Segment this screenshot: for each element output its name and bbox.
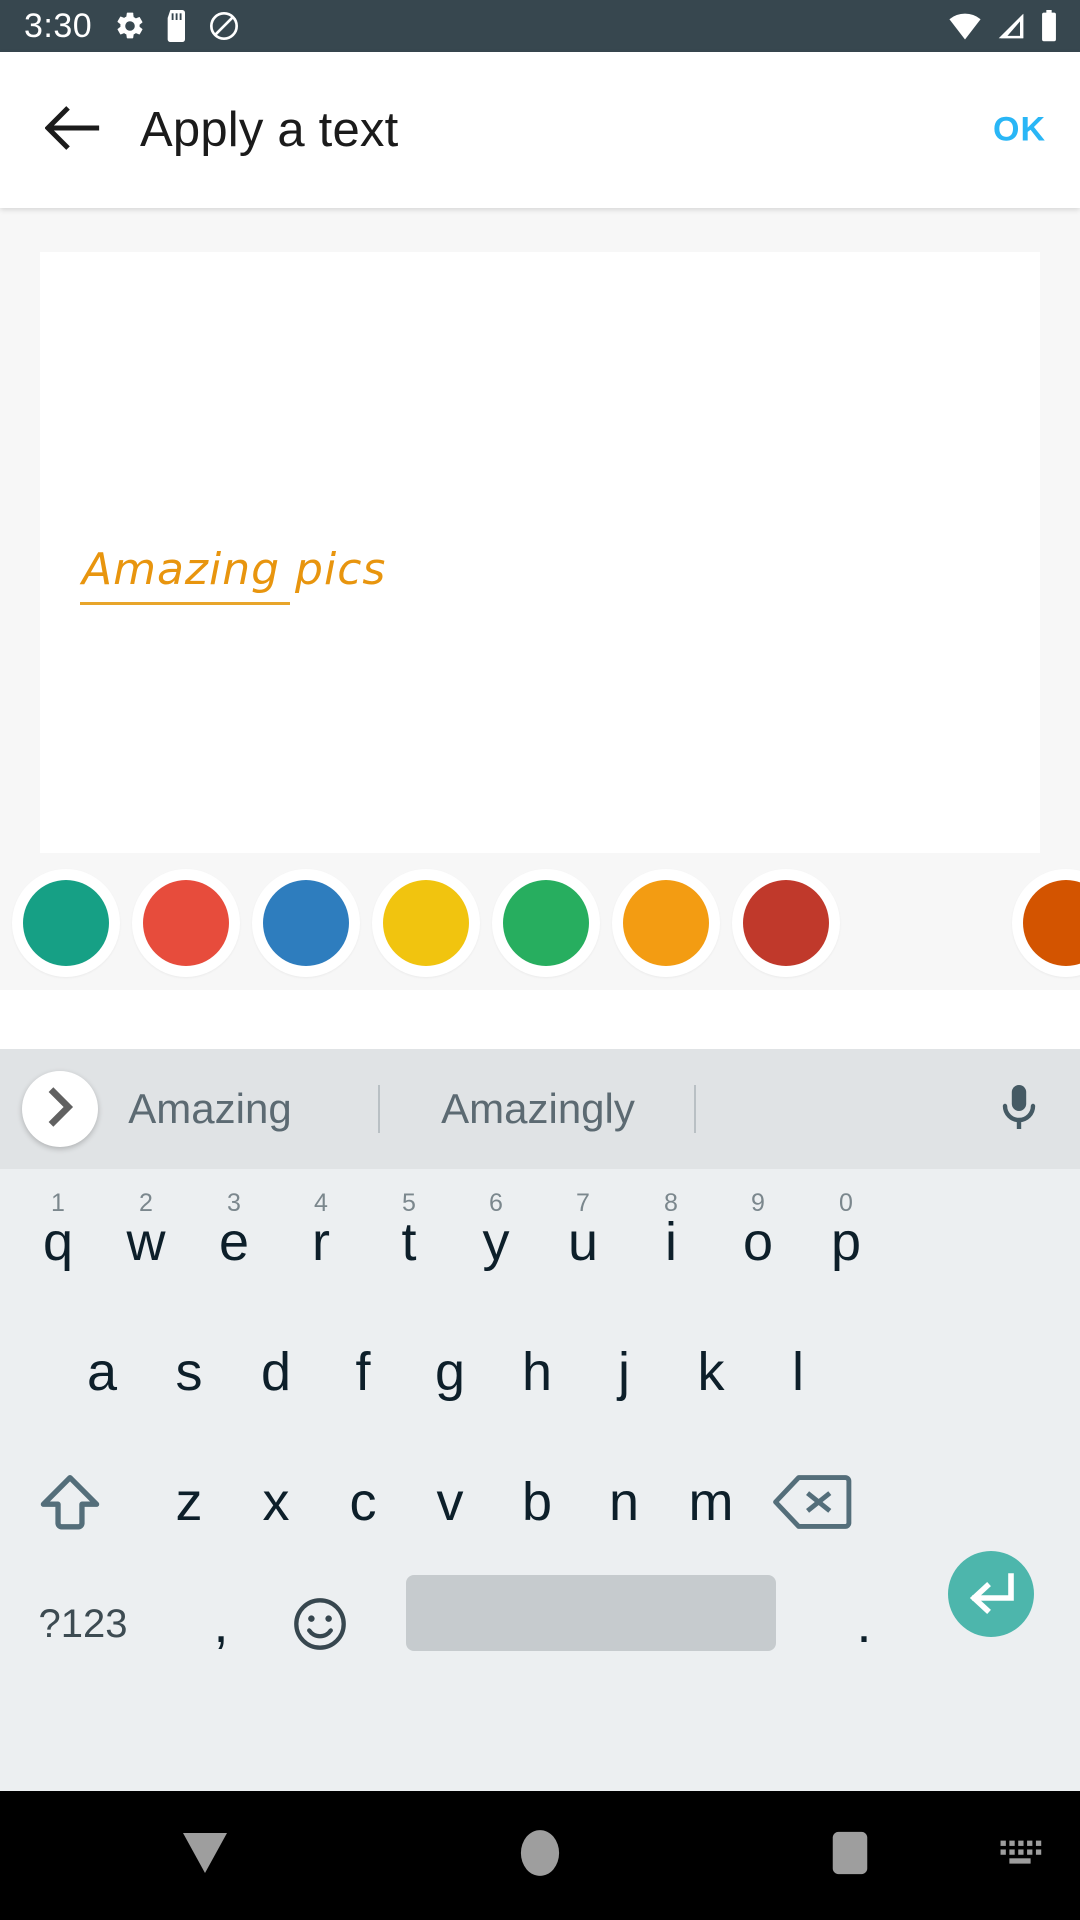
swatch-dot — [143, 880, 229, 966]
key-comma[interactable]: , — [167, 1569, 275, 1679]
key-space[interactable] — [406, 1575, 776, 1651]
color-swatch-strip[interactable] — [0, 853, 1080, 990]
on-screen-keyboard[interactable]: 1q 2w 3e 4r 5t 6y 7u 8i 9o 0p a s d f g … — [0, 1169, 1080, 1791]
color-swatch-blue[interactable] — [252, 869, 360, 977]
canvas-text-underline — [80, 602, 290, 605]
key-p-right-pad — [920, 1187, 1028, 1297]
key-symbols[interactable]: ?123 — [18, 1569, 148, 1679]
key-period[interactable]: . — [810, 1569, 918, 1679]
status-bar-left-icons — [114, 10, 240, 42]
keyboard-switcher-icon — [997, 1836, 1043, 1875]
key-label: ?123 — [38, 1601, 128, 1646]
nav-recents-button[interactable] — [795, 1791, 905, 1920]
key-m[interactable]: m — [657, 1447, 765, 1557]
shift-icon — [16, 1447, 124, 1557]
color-swatch-yellow[interactable] — [372, 869, 480, 977]
canvas-text[interactable]: Amazing pics — [82, 544, 386, 595]
status-bar: 3:30 — [0, 0, 1080, 52]
home-circle-icon — [519, 1828, 561, 1883]
key-l[interactable]: l — [744, 1317, 852, 1427]
phone-screen: 3:30 Apply a text OK Amazing pics Amazin… — [0, 0, 1080, 1920]
hide-keyboard-down-icon — [179, 1830, 231, 1881]
navigation-bar — [0, 1791, 1080, 1920]
swatch-dot — [623, 880, 709, 966]
enter-return-icon — [965, 1568, 1017, 1621]
key-label: . — [856, 1594, 872, 1654]
microphone-icon — [995, 1081, 1043, 1138]
chevron-right-icon — [43, 1086, 77, 1132]
recents-square-icon — [830, 1830, 870, 1881]
do-not-disturb-icon — [208, 10, 240, 42]
app-bar: Apply a text OK — [0, 52, 1080, 208]
emoji-smiley-icon — [266, 1569, 374, 1679]
swatch-dot — [383, 880, 469, 966]
color-swatch-teal-green[interactable] — [12, 869, 120, 977]
key-emoji[interactable] — [266, 1569, 374, 1679]
color-swatch-brick-red[interactable] — [732, 869, 840, 977]
suggestion-divider — [694, 1085, 696, 1133]
status-bar-right-icons — [948, 0, 1058, 52]
battery-icon — [1040, 10, 1058, 42]
ok-button[interactable]: OK — [993, 111, 1046, 150]
key-enter[interactable] — [948, 1551, 1034, 1637]
key-shift[interactable] — [16, 1447, 124, 1557]
status-bar-clock: 3:30 — [24, 6, 93, 45]
swatch-dot — [263, 880, 349, 966]
color-swatch-green[interactable] — [492, 869, 600, 977]
swatch-dot — [1023, 880, 1080, 966]
sd-card-icon — [164, 10, 190, 42]
page-title: Apply a text — [140, 103, 399, 157]
color-swatch-orange[interactable] — [612, 869, 720, 977]
suggestion-strip: Amazing Amazingly — [0, 1049, 1080, 1169]
back-button[interactable] — [26, 82, 122, 178]
text-canvas[interactable]: Amazing pics — [40, 252, 1040, 859]
swatch-dot — [503, 880, 589, 966]
cellular-signal-icon — [996, 11, 1026, 41]
key-backspace[interactable] — [758, 1447, 866, 1557]
settings-gear-icon — [114, 10, 146, 42]
swatch-dot — [23, 880, 109, 966]
swatch-dot — [743, 880, 829, 966]
nav-home-button[interactable] — [485, 1791, 595, 1920]
key-label: , — [213, 1594, 229, 1654]
editor-area: Amazing pics — [0, 208, 1080, 859]
expand-suggestions-button[interactable] — [22, 1071, 98, 1147]
suggestion-divider — [378, 1085, 380, 1133]
wifi-icon — [948, 11, 982, 41]
nav-keyboard-switcher-button[interactable] — [965, 1791, 1075, 1920]
backspace-icon — [758, 1447, 866, 1557]
color-swatch-dark-orange[interactable] — [1012, 869, 1080, 977]
color-swatch-red[interactable] — [132, 869, 240, 977]
suggestion-item-0[interactable]: Amazing — [110, 1049, 310, 1169]
key-letter: m — [688, 1472, 734, 1532]
nav-hide-keyboard-button[interactable] — [150, 1791, 260, 1920]
voice-input-button[interactable] — [984, 1074, 1054, 1144]
suggestion-item-1[interactable]: Amazingly — [398, 1049, 678, 1169]
back-arrow-icon — [44, 103, 103, 158]
key-letter: l — [792, 1342, 804, 1402]
